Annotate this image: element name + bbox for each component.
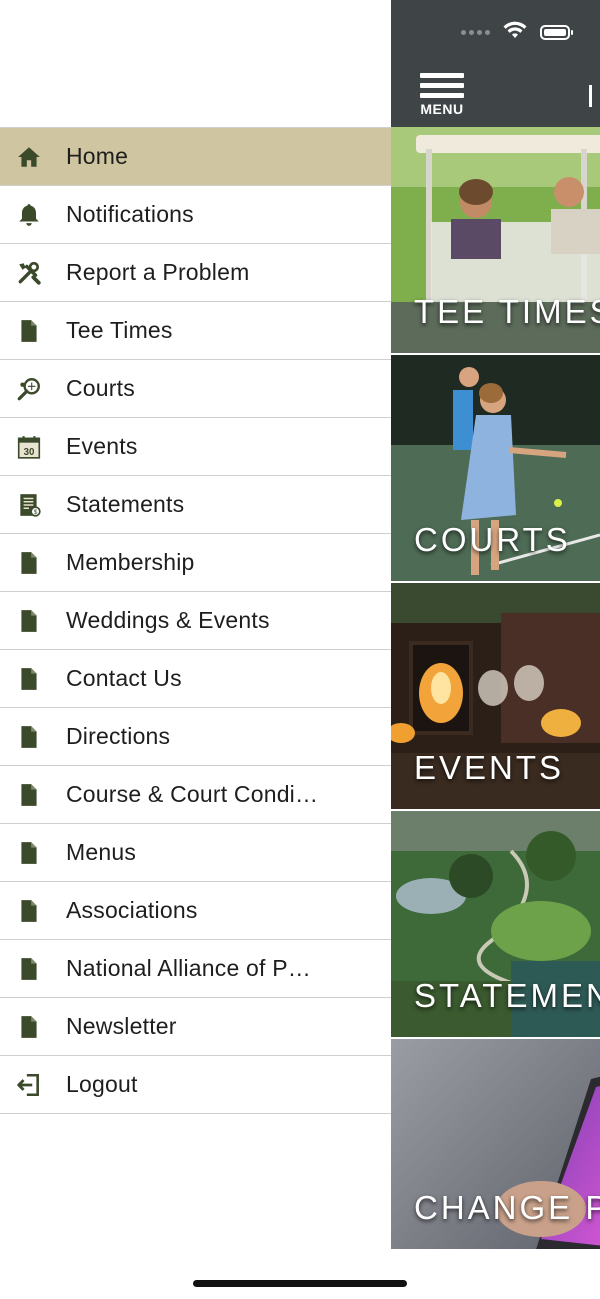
document-icon — [14, 1012, 44, 1042]
tile-caption: CHANGE PA — [414, 1189, 600, 1226]
menu-item-label: Weddings & Events — [66, 607, 270, 633]
menu-item-events[interactable]: 30 Events — [0, 418, 391, 476]
document-icon — [14, 606, 44, 636]
menu-item-label: National Alliance of P… — [66, 955, 311, 981]
hamburger-bar — [420, 93, 464, 98]
menu-item-label: Tee Times — [66, 317, 173, 343]
menu-item-label: Report a Problem — [66, 259, 250, 285]
menu-item-menus[interactable]: Menus — [0, 824, 391, 882]
tile-caption: EVENTS — [414, 749, 565, 786]
menu-item-tee-times[interactable]: Tee Times — [0, 302, 391, 360]
menu-item-home[interactable]: Home — [0, 127, 391, 186]
menu-item-label: Notifications — [66, 201, 194, 227]
battery-icon — [540, 25, 573, 40]
menu-item-logout[interactable]: Logout — [0, 1056, 391, 1114]
menu-item-label: Menus — [66, 839, 137, 865]
tile-tee-times[interactable]: TEE TIMES — [391, 127, 600, 353]
menu-item-label: Course & Court Condi… — [66, 781, 319, 807]
document-icon — [14, 548, 44, 578]
menu-item-weddings-events[interactable]: Weddings & Events — [0, 592, 391, 650]
menu-item-national-alliance[interactable]: National Alliance of P… — [0, 940, 391, 998]
tile-statements[interactable]: STATEMEN — [391, 811, 600, 1037]
menu-item-newsletter[interactable]: Newsletter — [0, 998, 391, 1056]
menu-item-label: Contact Us — [66, 665, 182, 691]
menu-button[interactable]: MENU — [419, 73, 465, 117]
title-divider — [589, 85, 592, 107]
tile-caption: TEE TIMES — [414, 293, 600, 330]
bell-icon — [14, 200, 44, 230]
menu-item-associations[interactable]: Associations — [0, 882, 391, 940]
menu-item-label: Logout — [66, 1071, 138, 1097]
menu-item-label: Courts — [66, 375, 135, 401]
menu-item-statements[interactable]: $ Statements — [0, 476, 391, 534]
wifi-icon — [502, 20, 528, 45]
tile-caption: STATEMEN — [414, 977, 600, 1014]
menu-item-label: Home — [66, 143, 129, 169]
document-icon — [14, 722, 44, 752]
tile-courts[interactable]: COURTS — [391, 355, 600, 581]
menu-item-label: Statements — [66, 491, 185, 517]
menu-item-directions[interactable]: Directions — [0, 708, 391, 766]
home-content-panel: MENU TEE TIMES COURTS EVENTS STATEMEN CH… — [391, 0, 600, 1299]
tile-caption: COURTS — [414, 521, 571, 558]
menu-item-contact-us[interactable]: Contact Us — [0, 650, 391, 708]
menu-item-course-court-conditions[interactable]: Course & Court Condi… — [0, 766, 391, 824]
menu-item-membership[interactable]: Membership — [0, 534, 391, 592]
calendar-day: 30 — [24, 447, 35, 458]
home-indicator[interactable] — [193, 1280, 407, 1287]
status-bar — [461, 20, 573, 45]
menu-item-label: Membership — [66, 549, 195, 575]
document-icon — [14, 896, 44, 926]
tennis-racket-icon — [14, 374, 44, 404]
menu-item-label: Events — [66, 433, 138, 459]
statement-icon: $ — [14, 490, 44, 520]
menu-item-courts[interactable]: Courts — [0, 360, 391, 418]
home-icon — [14, 142, 44, 172]
svg-text:$: $ — [34, 509, 38, 516]
tile-events[interactable]: EVENTS — [391, 583, 600, 809]
hamburger-bar — [420, 83, 464, 88]
side-menu-drawer: Home Notifications Report a Problem Tee … — [0, 0, 391, 1299]
document-icon — [14, 838, 44, 868]
document-icon — [14, 954, 44, 984]
tile-change-password[interactable]: CHANGE PA — [391, 1039, 600, 1249]
top-bar: MENU — [391, 0, 600, 127]
logout-icon — [14, 1070, 44, 1100]
menu-item-label: Associations — [66, 897, 198, 923]
document-icon — [14, 664, 44, 694]
menu-item-label: Newsletter — [66, 1013, 177, 1039]
menu-item-notifications[interactable]: Notifications — [0, 186, 391, 244]
side-menu-list: Home Notifications Report a Problem Tee … — [0, 127, 391, 1114]
document-icon — [14, 316, 44, 346]
menu-item-label: Directions — [66, 723, 171, 749]
document-icon — [14, 780, 44, 810]
signal-icon — [461, 30, 490, 35]
calendar-icon: 30 — [14, 432, 44, 462]
hamburger-icon — [420, 73, 464, 78]
menu-item-report-a-problem[interactable]: Report a Problem — [0, 244, 391, 302]
tools-icon — [14, 258, 44, 288]
menu-button-label: MENU — [420, 101, 464, 117]
